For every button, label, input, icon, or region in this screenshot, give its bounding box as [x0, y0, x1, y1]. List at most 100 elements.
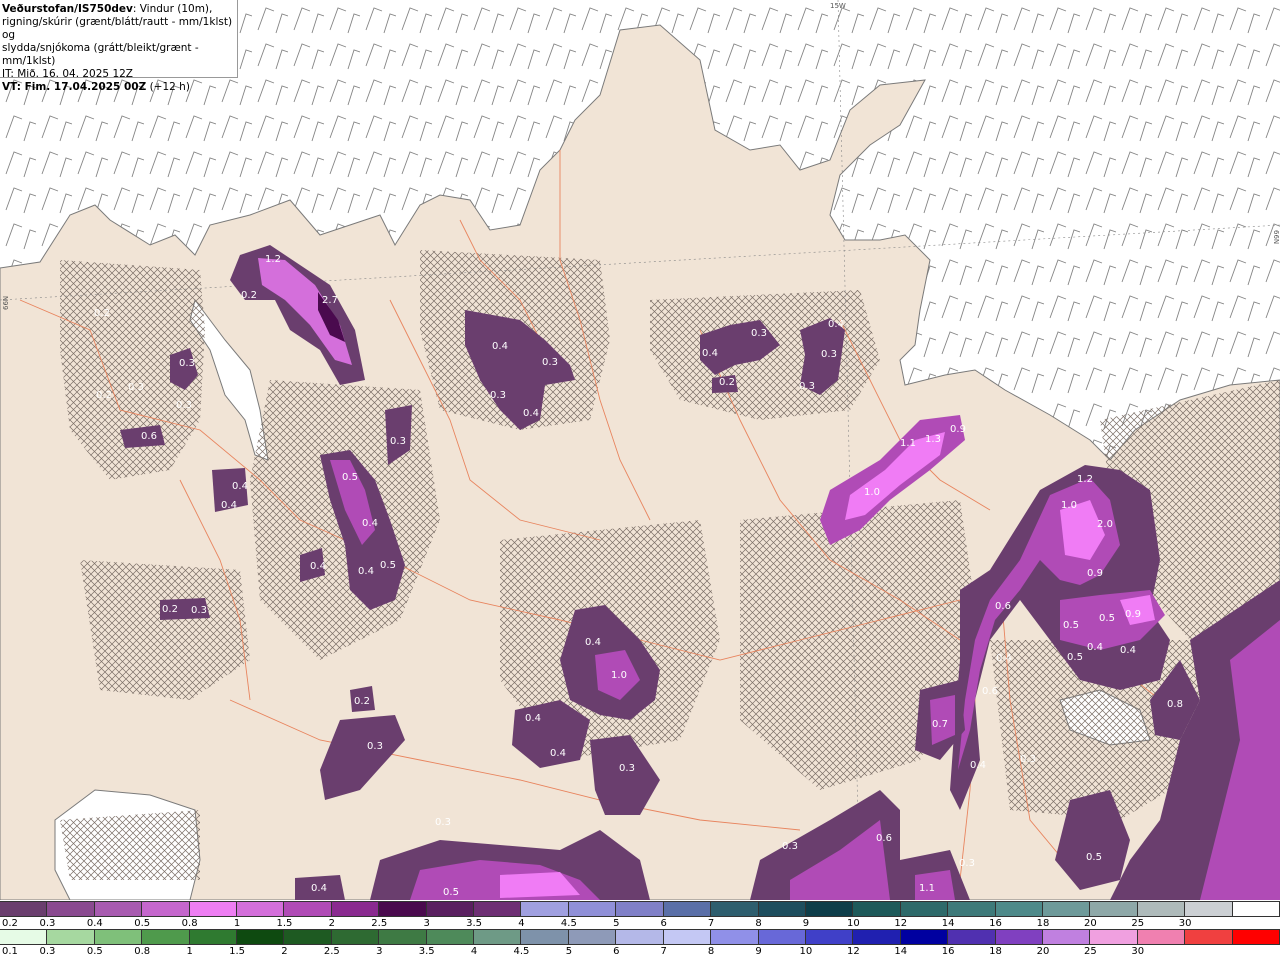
- legend-label: 8: [755, 918, 762, 929]
- legend-label: 10: [799, 946, 813, 957]
- legend-label: 16: [941, 946, 955, 957]
- legend-label: 8: [707, 946, 715, 957]
- legend-swatch: [189, 902, 238, 916]
- org-name: Veðurstofan/IS750dev: [2, 3, 133, 15]
- value-label: 0.5: [1086, 852, 1102, 863]
- legend-label: 9: [802, 918, 810, 929]
- value-label: 0.4: [702, 348, 718, 359]
- legend-label: 14: [941, 918, 955, 929]
- value-label: 0.3: [176, 400, 192, 411]
- legend-swatch: [521, 930, 569, 944]
- value-label: 0.4: [232, 481, 248, 492]
- legend-label: 4.5: [513, 946, 530, 957]
- value-label: 0.4: [996, 653, 1012, 664]
- legend-swatch: [995, 930, 1043, 944]
- value-label: 0.6: [995, 601, 1011, 612]
- legend-label: 0.3: [39, 918, 56, 929]
- value-label: 0.8: [1167, 699, 1183, 710]
- legend-swatch: [142, 930, 190, 944]
- value-label: 1.0: [864, 487, 880, 498]
- value-label: 0.2: [96, 390, 112, 401]
- value-label: 0.2: [719, 377, 735, 388]
- legend-swatch: [616, 930, 664, 944]
- value-label: 0.4: [523, 408, 539, 419]
- legend-swatch: [568, 902, 617, 916]
- value-label: 0.6: [876, 833, 892, 844]
- value-label: 0.6: [982, 686, 998, 697]
- forecast-map-page: 15W 66N 66N 1.2 0.2 2.7 0.2 0.3 0.3 0.2 …: [0, 0, 1280, 958]
- legend-label: 3: [376, 946, 383, 957]
- legend-label: 0.2: [2, 918, 18, 929]
- value-label: 0.9: [1087, 568, 1103, 579]
- legend-label: 18: [989, 946, 1002, 957]
- legend-label: 0.3: [39, 946, 56, 957]
- legend-label: 0.8: [181, 918, 198, 929]
- title-line-1: Veðurstofan/IS750dev: Vindur (10m),: [2, 3, 235, 16]
- value-label: 1.2: [265, 254, 281, 265]
- legend-swatch: [1042, 902, 1091, 916]
- value-label: 0.5: [342, 472, 358, 483]
- legend-label: 4: [470, 946, 478, 957]
- value-label: 0.7: [932, 719, 948, 730]
- legend-label: 0.5: [134, 918, 151, 929]
- value-label: 0.3: [490, 390, 506, 401]
- value-label: 0.3: [191, 605, 207, 616]
- legend-label: 18: [1036, 918, 1050, 929]
- legend-label: 3.5: [418, 946, 435, 957]
- legend-swatch: [995, 902, 1043, 916]
- value-label: 0.3: [367, 741, 383, 752]
- legend-swatch: [1232, 902, 1280, 916]
- legend-swatch: [948, 930, 996, 944]
- legend-label: 5: [565, 946, 573, 957]
- value-label: 0.9: [1125, 609, 1141, 620]
- value-label: 1.1: [900, 438, 916, 449]
- legend-swatch: [758, 902, 806, 916]
- legend-swatch: [1232, 930, 1280, 944]
- legend-label: 30: [1178, 918, 1192, 929]
- legend-label: 1: [186, 946, 193, 957]
- legend-swatch: [758, 930, 806, 944]
- legend-swatch: [711, 930, 759, 944]
- legend-swatch: [379, 930, 427, 944]
- legend-swatch: [379, 902, 427, 916]
- legend-label: 12: [846, 946, 860, 957]
- value-label: 0.4: [221, 500, 237, 511]
- legend-swatch: [284, 902, 332, 916]
- legend-swatch: [237, 902, 285, 916]
- value-label: 0.3: [782, 841, 798, 852]
- value-label: 0.6: [141, 431, 157, 442]
- legend-label: 10: [846, 918, 860, 929]
- legend-swatch: [142, 902, 190, 916]
- legend-label: 2.5: [323, 946, 340, 957]
- legend-swatch: [853, 930, 901, 944]
- legend-rain-labels: 0.1 0.3 0.5 0.8 1 1.5 2 2.5 3 3.5 4 4.5 5 6 7 8 9 10 12 14 1…: [0, 945, 1280, 959]
- legend-label: 1: [233, 918, 241, 929]
- grid-label-lat-left: 66N: [2, 296, 10, 310]
- value-label: 0.4: [970, 760, 986, 771]
- legend-swatch: [0, 902, 48, 916]
- legend-label: 2.5: [371, 918, 388, 929]
- legend-swatch: [853, 902, 901, 916]
- value-label: 0.3: [751, 328, 767, 339]
- legend-label: 14: [894, 946, 908, 957]
- legend-label: 5: [613, 918, 620, 929]
- map-title-box: Veðurstofan/IS750dev: Vindur (10m), rign…: [0, 0, 238, 93]
- valid-time-offset: (+12 h): [149, 81, 190, 93]
- value-label: 0.4: [1120, 645, 1136, 656]
- legend-label: 16: [989, 918, 1002, 929]
- value-label: 1.2: [1077, 474, 1093, 485]
- value-label: 0.2: [162, 604, 178, 615]
- value-label: 0.3: [619, 763, 635, 774]
- legend-label: 1.5: [229, 946, 245, 957]
- legend-swatch: [1090, 902, 1138, 916]
- value-label: 0.3: [799, 381, 815, 392]
- legend-swatch: [474, 902, 522, 916]
- legend-label: 25: [1131, 918, 1145, 929]
- legend-swatch: [0, 930, 48, 944]
- value-label: 0.4: [311, 883, 327, 894]
- legend-swatch: [805, 902, 854, 916]
- legend-snow: 0.2 0.3 0.4 0.5 0.8 1 1.5 2 2.5 3 3.5 4 4.5 5 6 7 8 9 10 12…: [0, 901, 1280, 929]
- valid-time-main: VT: Fim. 17.04.2025 00Z: [2, 81, 147, 93]
- legend-swatch: [711, 902, 759, 916]
- value-label: 1.0: [611, 670, 627, 681]
